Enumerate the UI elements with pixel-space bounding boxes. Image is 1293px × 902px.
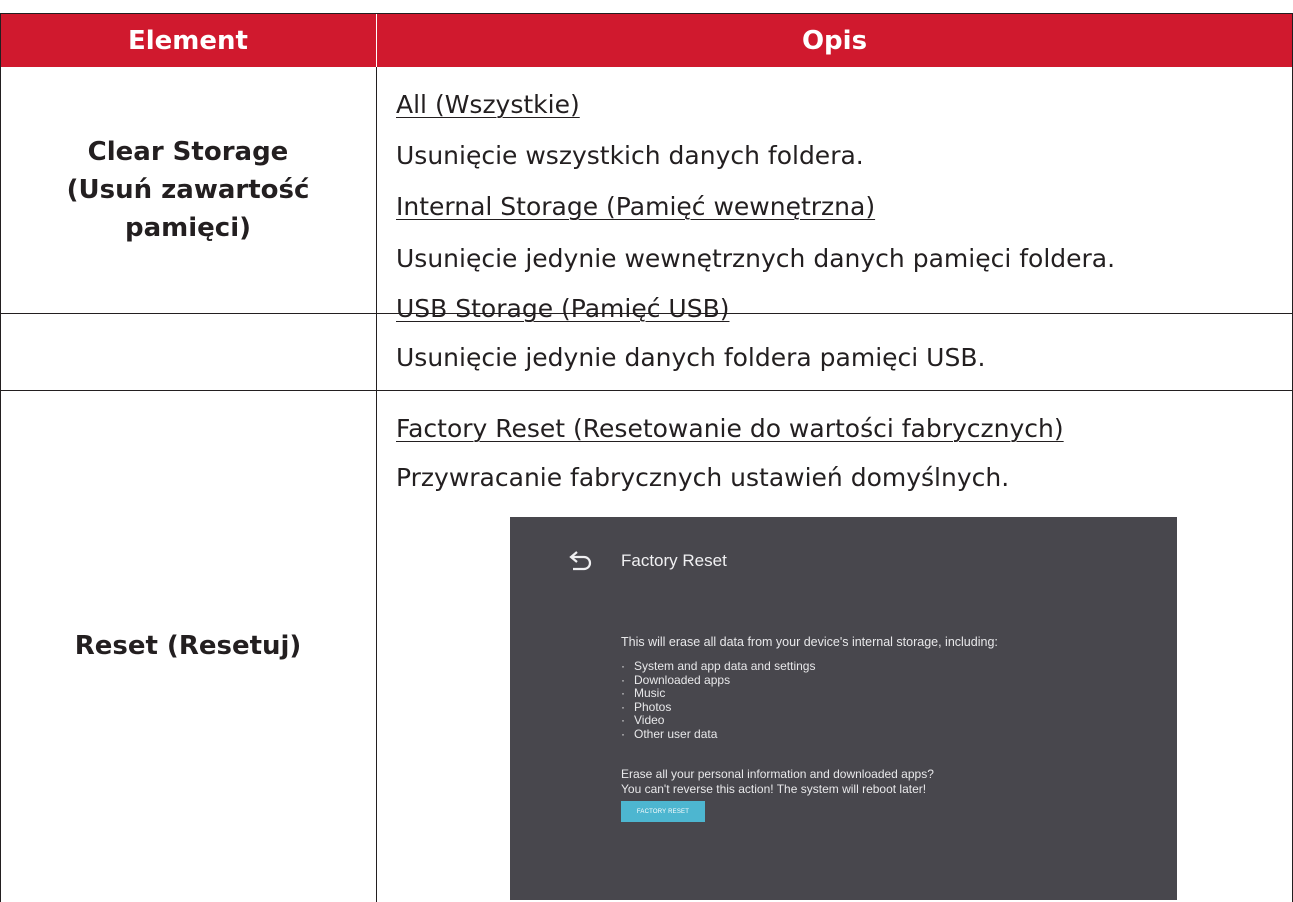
table-column-divider (376, 67, 377, 902)
option-internal-storage-description: Usunięcie jedynie wewnętrznych danych pa… (396, 244, 1116, 273)
element-line: (Usuń zawartość (66, 175, 310, 205)
list-item: Other user data (621, 727, 815, 742)
factory-reset-button[interactable]: FACTORY RESET (621, 801, 705, 822)
element-reset-label: Reset (Resetuj) (74, 631, 302, 661)
list-item: Video (621, 713, 815, 728)
option-all-description: Usunięcie wszystkich danych foldera. (396, 141, 864, 170)
erase-list: System and app data and settings Downloa… (621, 659, 815, 742)
option-internal-storage: Internal Storage (Pamięć wewnętrzna) (396, 192, 876, 221)
element-line: pamięci) (124, 213, 251, 243)
row-clear-storage-element: Clear Storage (Usuń zawartość pamięci) (0, 67, 376, 313)
back-arrow-icon[interactable] (568, 550, 594, 572)
header-element: Element (0, 14, 376, 67)
factory-reset-screenshot: Factory Reset This will erase all data f… (510, 517, 1177, 900)
option-usb-storage: USB Storage (Pamięć USB) (396, 294, 730, 323)
option-factory-reset-description: Przywracanie fabrycznych ustawień domyśl… (396, 463, 1010, 492)
table-border-top (0, 13, 1293, 14)
erase-intro: This will erase all data from your devic… (621, 635, 998, 649)
element-line: Clear Storage (87, 137, 289, 167)
erase-warning: Erase all your personal information and … (621, 767, 934, 797)
header-description: Opis (376, 14, 1293, 67)
list-item: System and app data and settings (621, 659, 815, 674)
option-all: All (Wszystkie) (396, 90, 580, 119)
row-reset-element: Reset (Resetuj) (0, 390, 376, 902)
warning-line: Erase all your personal information and … (621, 767, 934, 781)
screen-title: Factory Reset (621, 551, 727, 570)
warning-line: You can't reverse this action! The syste… (621, 782, 927, 796)
list-item: Photos (621, 700, 815, 715)
option-factory-reset: Factory Reset (Resetowanie do wartości f… (396, 414, 1064, 443)
list-item: Music (621, 686, 815, 701)
option-usb-storage-description: Usunięcie jedynie danych foldera pamięci… (396, 343, 986, 372)
list-item: Downloaded apps (621, 673, 815, 688)
